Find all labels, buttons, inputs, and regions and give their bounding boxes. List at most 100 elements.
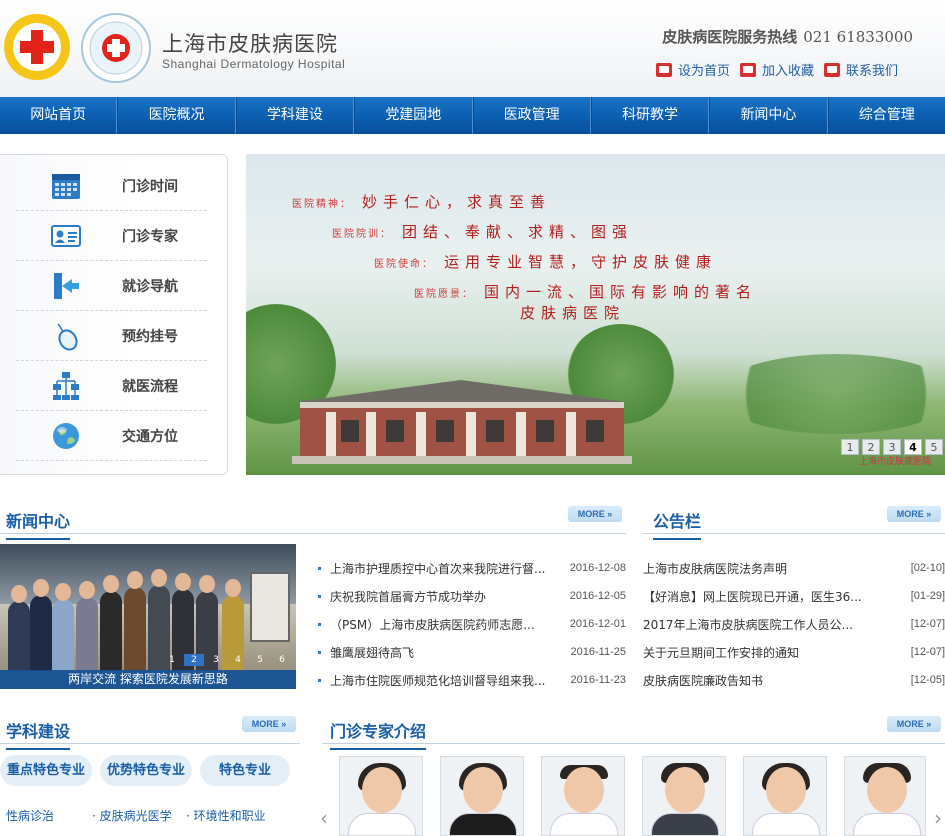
expert-photo[interactable]: [743, 756, 827, 836]
contact-icon: [824, 62, 841, 77]
notice-item[interactable]: 上海市皮肤病医院法务声明 [02-10]: [643, 554, 945, 582]
experts-more-button[interactable]: MORE »: [887, 716, 941, 732]
nav-item-party[interactable]: 党建园地: [354, 97, 473, 134]
news-item[interactable]: 上海市住院医师规范化培训督导组来我... 2016-11-23: [318, 666, 626, 694]
discipline-more-button[interactable]: MORE »: [242, 716, 296, 732]
discipline-link[interactable]: · 皮肤病光医学: [92, 807, 172, 824]
tag-key-specialty[interactable]: 重点特色专业: [0, 755, 92, 786]
discipline-section-title: 学科建设: [6, 718, 71, 750]
nav-item-overview[interactable]: 医院概况: [117, 97, 236, 134]
set-homepage-link[interactable]: 设为首页: [656, 60, 730, 79]
quick-link-traffic[interactable]: 交通方位: [16, 411, 207, 461]
slide-dot[interactable]: 3: [883, 439, 901, 455]
experts-prev-arrow-icon[interactable]: ‹: [320, 806, 328, 830]
mouse-icon: [57, 323, 78, 351]
experts-section-title: 门诊专家介绍: [330, 718, 427, 750]
person-figure: [30, 579, 52, 671]
add-favorite-link[interactable]: 加入收藏: [740, 60, 814, 79]
news-more-button[interactable]: MORE »: [568, 506, 622, 522]
news-photo-slide-selector: 1 2 3 4 5 6: [162, 654, 292, 666]
person-figure: [52, 583, 74, 671]
banner-motto: 医院院训： 团结、奉献、求精、图强: [332, 223, 634, 241]
photo-slide-dot[interactable]: 4: [228, 654, 248, 666]
discipline-link[interactable]: · 环境性和职业: [186, 807, 266, 824]
notice-more-button[interactable]: MORE »: [887, 506, 941, 522]
id-card-icon: [51, 224, 81, 247]
slide-dot[interactable]: 1: [841, 439, 859, 455]
banner-trees: [716, 354, 945, 434]
bullet-icon: [318, 622, 321, 626]
news-photo-carousel[interactable]: 1 2 3 4 5 6 两岸交流 探索医院发展新思路: [0, 544, 296, 689]
news-title: 上海市住院医师规范化培训督导组来我...: [330, 673, 546, 688]
notice-title: 关于元旦期间工作安排的通知: [643, 645, 800, 660]
notice-section-title: 公告栏: [653, 508, 702, 540]
quick-link-label: 交通方位: [122, 428, 178, 445]
slide-dot[interactable]: 2: [862, 439, 880, 455]
photo-slide-dot[interactable]: 5: [250, 654, 270, 666]
banner-credit: 上海市皮肤病医院: [858, 457, 931, 467]
expert-photo[interactable]: [541, 756, 625, 836]
slide-dot[interactable]: 5: [925, 439, 943, 455]
quick-link-navigation[interactable]: 就诊导航: [16, 261, 207, 311]
expert-photo[interactable]: [339, 756, 423, 836]
hospital-building-image: [292, 380, 632, 464]
notice-date: [02-10]: [910, 562, 945, 574]
add-favorite-label: 加入收藏: [762, 64, 815, 79]
news-item[interactable]: 上海市护理质控中心首次来我院进行督... 2016-12-08: [318, 554, 626, 582]
news-title: 上海市护理质控中心首次来我院进行督...: [330, 561, 546, 576]
notice-item[interactable]: 关于元旦期间工作安排的通知 [12-07]: [643, 638, 945, 666]
hero-banner[interactable]: 医院精神： 妙手仁心，求真至善 医院院训： 团结、奉献、求精、图强 医院使命： 运用专…: [246, 154, 945, 475]
hospital-logo-icon: [81, 13, 151, 83]
notice-item[interactable]: 【好消息】网上医院现已开通，医生36... [01-29]: [643, 582, 945, 610]
nav-item-news[interactable]: 新闻中心: [709, 97, 828, 134]
hospital-name: 上海市皮肤病医院: [162, 32, 338, 56]
org-chart-icon: [53, 371, 79, 400]
contact-us-label: 联系我们: [846, 64, 899, 79]
enter-door-icon: [54, 272, 79, 299]
calendar-icon: [52, 173, 80, 199]
quick-link-label: 就诊导航: [122, 278, 178, 295]
nav-item-home[interactable]: 网站首页: [0, 97, 118, 134]
photo-slide-dot[interactable]: 3: [206, 654, 226, 666]
person-figure: [76, 581, 98, 671]
news-photo-caption[interactable]: 两岸交流 探索医院发展新思路: [0, 670, 296, 689]
discipline-link[interactable]: 性病诊治: [6, 807, 54, 824]
person-figure: [8, 585, 30, 671]
expert-photo[interactable]: [844, 756, 926, 836]
quick-link-clinic-hours[interactable]: 门诊时间: [16, 161, 207, 211]
slide-dot-active[interactable]: 4: [904, 439, 922, 455]
photo-slide-dot-active[interactable]: 2: [184, 654, 204, 666]
bullet-icon: [318, 650, 321, 654]
site-header: 上海市皮肤病医院 Shanghai Dermatology Hospital 皮…: [0, 0, 945, 97]
photo-slide-dot[interactable]: 6: [272, 654, 292, 666]
quick-link-process[interactable]: 就医流程: [16, 361, 207, 411]
contact-us-link[interactable]: 联系我们: [824, 60, 898, 79]
notice-list: 上海市皮肤病医院法务声明 [02-10] 【好消息】网上医院现已开通，医生36..…: [643, 554, 945, 694]
tag-specialty[interactable]: 特色专业: [200, 755, 290, 786]
news-item[interactable]: 雏鹰展翅待高飞 2016-11-25: [318, 638, 626, 666]
news-item[interactable]: （PSM）上海市皮肤病医院药师志愿... 2016-12-01: [318, 610, 626, 638]
nav-item-general[interactable]: 综合管理: [827, 97, 945, 134]
banner-motto: 医院愿景： 国内一流、国际有影响的著名: [414, 283, 758, 301]
nav-item-research[interactable]: 科研教学: [590, 97, 710, 134]
notice-date: [12-07]: [910, 618, 945, 630]
main-nav: 网站首页 医院概况 学科建设 党建园地 医政管理 科研教学 新闻中心 综合管理: [0, 97, 945, 134]
quick-link-appointment[interactable]: 预约挂号: [16, 311, 207, 361]
expert-photo[interactable]: [440, 756, 524, 836]
nav-item-discipline[interactable]: 学科建设: [235, 97, 355, 134]
quick-link-label: 门诊时间: [122, 178, 178, 195]
news-item[interactable]: 庆祝我院首届膏方节成功举办 2016-12-05: [318, 582, 626, 610]
notice-item[interactable]: 皮肤病医院廉政告知书 [12-05]: [643, 666, 945, 694]
quick-link-experts[interactable]: 门诊专家: [16, 211, 207, 261]
expert-photo[interactable]: [642, 756, 726, 836]
news-date: 2016-12-01: [569, 618, 626, 630]
nav-item-medical-admin[interactable]: 医政管理: [472, 97, 591, 134]
hotline-label: 皮肤病医院服务热线: [662, 28, 798, 46]
set-homepage-label: 设为首页: [678, 64, 731, 79]
experts-next-arrow-icon[interactable]: ›: [934, 806, 942, 830]
quick-link-label: 门诊专家: [122, 228, 178, 245]
notice-item[interactable]: 2017年上海市皮肤病医院工作人员公... [12-07]: [643, 610, 945, 638]
photo-slide-dot[interactable]: 1: [162, 654, 182, 666]
tag-advantage-specialty[interactable]: 优势特色专业: [100, 755, 192, 786]
homepage-icon: [656, 62, 672, 77]
